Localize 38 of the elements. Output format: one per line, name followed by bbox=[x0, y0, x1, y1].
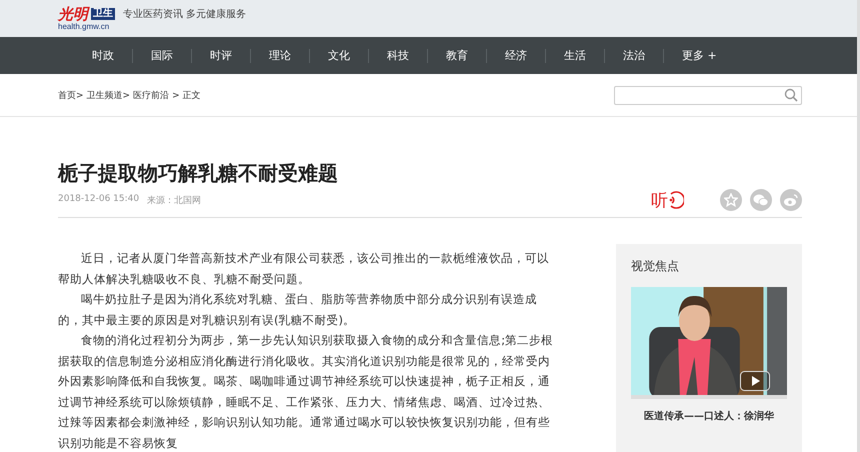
favorite-star-button[interactable] bbox=[720, 189, 742, 211]
nav-link[interactable]: 科技 bbox=[369, 48, 427, 63]
slogan: 专业医药资讯 多元健康服务 bbox=[123, 8, 246, 20]
breadcrumb-link[interactable]: 医疗前沿 bbox=[133, 88, 170, 102]
sidebar-title: 视觉焦点 bbox=[631, 258, 680, 275]
nav-link[interactable]: 国际 bbox=[133, 48, 191, 63]
listen-button[interactable]: 听 bbox=[651, 188, 684, 212]
article-paragraph: 近日，记者从厦门华普高新技术产业有限公司获悉，该公司推出的一款栀维液饮品，可以帮助人体解决乳糖吸收不良、乳糖不耐受问题。 bbox=[58, 250, 550, 288]
search-icon[interactable] bbox=[784, 88, 798, 102]
nav-link[interactable]: 理论 bbox=[251, 48, 309, 63]
eye-button[interactable] bbox=[780, 189, 802, 211]
nav-link[interactable]: 经济 bbox=[487, 48, 545, 63]
article-paragraph: 食物的消化过程初分为两步，第一步先认知识别获取摄入食物的成分和含量信息;第二步根据获取的信息制造分泌相应消化酶进行消化吸收。其实消化道识别功能是很常见的，经常受内外因素影响降低和自我恢复。喝茶、喝咖啡通过调节神经系统可以快速提神，栀子正相反，通过调节神经系统可以除烦镇静，睡眠不足、工作紧张、压力大、情绪焦虑、喝酒、过冷过热、过辣等因素都会刺激神经，影响识别认知功能。通常通过喝水可以较快恢复识别功能，但有些识别功能是不容易恢复 bbox=[58, 332, 554, 452]
star-icon bbox=[724, 193, 738, 207]
nav-link[interactable]: 生活 bbox=[546, 48, 604, 63]
publish-date: 2018-12-06 15:40 bbox=[58, 194, 140, 206]
article-source: 来源：北国网 bbox=[147, 194, 202, 206]
breadcrumb-link[interactable]: > 正文 bbox=[172, 88, 200, 102]
logo-badge: 卫生 bbox=[91, 8, 115, 20]
nav-link[interactable]: 文化 bbox=[310, 48, 368, 63]
eye-icon bbox=[783, 193, 799, 207]
nav-link[interactable]: 时政 bbox=[74, 48, 132, 63]
article-paragraph: 喝牛奶拉肚子是因为消化系统对乳糖、蛋白、脂肪等营养物质中部分成分识别有误造成的，其中最主要的原因是对乳糖识别有误(乳糖不耐受)。 bbox=[58, 291, 538, 328]
nav-link[interactable]: 时评 bbox=[192, 48, 250, 63]
breadcrumb-link[interactable]: 首页> bbox=[58, 88, 84, 102]
search-field[interactable] bbox=[614, 86, 802, 104]
nav-link[interactable]: 法治 bbox=[605, 48, 663, 63]
chat-bubbles-button[interactable] bbox=[750, 189, 772, 211]
play-button-icon[interactable] bbox=[740, 371, 770, 391]
logo-url: health.gmw.cn bbox=[58, 22, 110, 30]
sound-icon bbox=[668, 191, 684, 209]
logo-text[interactable]: 光明 bbox=[58, 6, 88, 22]
nav-link[interactable]: 教育 bbox=[428, 48, 486, 63]
breadcrumb-link[interactable]: 卫生频道> bbox=[86, 88, 130, 102]
video-caption[interactable]: 医道传承——口述人：徐润华 bbox=[631, 409, 787, 423]
article-title: 栀子提取物巧解乳糖不耐受难题 bbox=[58, 160, 339, 187]
chat-bubbles-icon bbox=[753, 193, 769, 207]
nav-link[interactable]: 更多 + bbox=[664, 48, 735, 63]
